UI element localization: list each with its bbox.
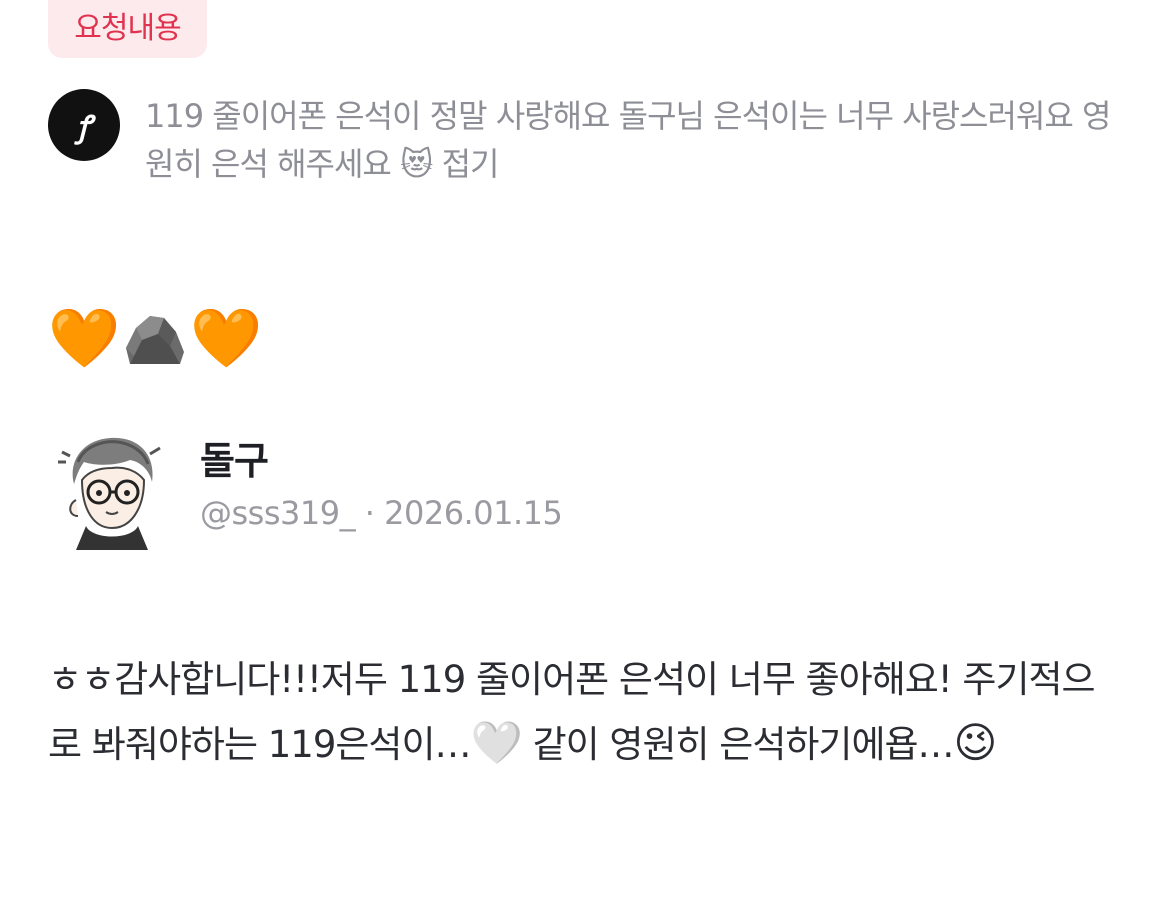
profile-name[interactable]: 돌구	[200, 430, 269, 485]
white-heart-emoji-icon: 🤍	[470, 718, 523, 767]
request-avatar: ꝭ	[48, 89, 120, 161]
orange-heart-icon: 🧡	[190, 304, 263, 372]
profile-handle[interactable]: @sss319_	[200, 494, 356, 532]
post-date: 2026.01.15	[384, 494, 563, 532]
heart-eyes-cat-emoji-icon: 😻	[400, 145, 433, 183]
profile-meta: @sss319_ · 2026.01.15	[200, 494, 563, 532]
fold-button[interactable]: 접기	[442, 145, 500, 183]
rock-icon	[122, 302, 188, 374]
request-message: 119 줄이어폰 은석이 정말 사랑해요 돌구님 은석이는 너무 사랑스러워요 …	[145, 92, 1135, 188]
avatar-logo: ꝭ	[76, 109, 92, 145]
winking-face-emoji-icon: 😉	[953, 718, 998, 767]
reply-text-2: 같이 영원히 은석하기에욥…	[521, 723, 955, 766]
request-tag: 요청내용	[48, 0, 207, 58]
orange-heart-icon: 🧡	[48, 304, 121, 372]
reply-message: ㅎㅎ감사합니다!!!저두 119 줄이어폰 은석이 너무 좋아해요! 주기적으로…	[48, 648, 1108, 776]
meta-separator: ·	[364, 494, 375, 532]
profile-avatar[interactable]	[52, 432, 172, 552]
reaction-emojis: 🧡 🧡	[48, 302, 262, 374]
request-message-text: 119 줄이어폰 은석이 정말 사랑해요 돌구님 은석이는 너무 사랑스러워요 …	[145, 97, 1111, 183]
